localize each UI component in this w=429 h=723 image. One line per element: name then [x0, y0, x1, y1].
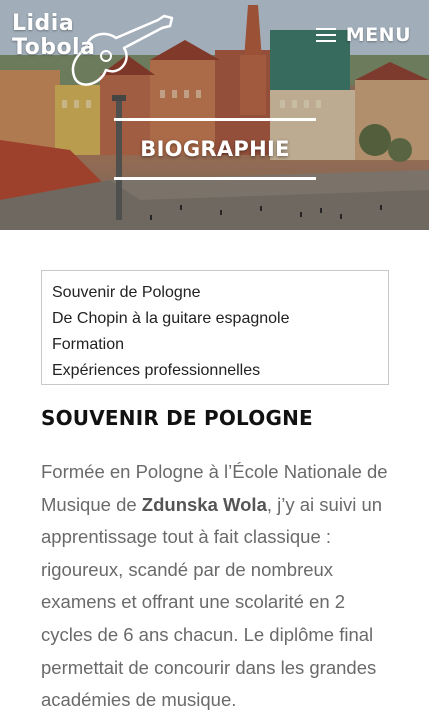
brand-name: Lidia Tobola [12, 12, 95, 60]
menu-button[interactable]: MENU [315, 22, 411, 48]
site-logo[interactable]: Lidia Tobola [8, 8, 178, 92]
hamburger-icon [315, 27, 336, 43]
brand-name-line2: Tobola [12, 35, 96, 60]
toc-link-souvenir-de-pologne[interactable]: Souvenir de Pologne [52, 280, 378, 306]
section-paragraph: Formée en Pologne à l’École Nationale de… [41, 456, 396, 717]
hero-banner: Lidia Tobola MENU BIOGRAPHIE [0, 0, 429, 230]
paragraph-bold-place: Zdunska Wola [141, 493, 267, 515]
brand-name-line1: Lidia [12, 11, 75, 36]
toc-link-formation[interactable]: Formation [52, 332, 378, 358]
table-of-contents: Souvenir de Pologne De Chopin à la guita… [41, 270, 389, 385]
toc-link-experiences[interactable]: Expériences professionnelles [52, 358, 378, 384]
hero-title-box: BIOGRAPHIE [114, 118, 316, 180]
menu-label: MENU [345, 24, 411, 46]
page-title: BIOGRAPHIE [140, 137, 290, 161]
section-heading: SOUVENIR DE POLOGNE [41, 406, 313, 430]
paragraph-text-part2: , j’y ai suivi un apprentissage tout à f… [41, 493, 383, 711]
toc-link-de-chopin[interactable]: De Chopin à la guitare espagnole [52, 306, 378, 332]
